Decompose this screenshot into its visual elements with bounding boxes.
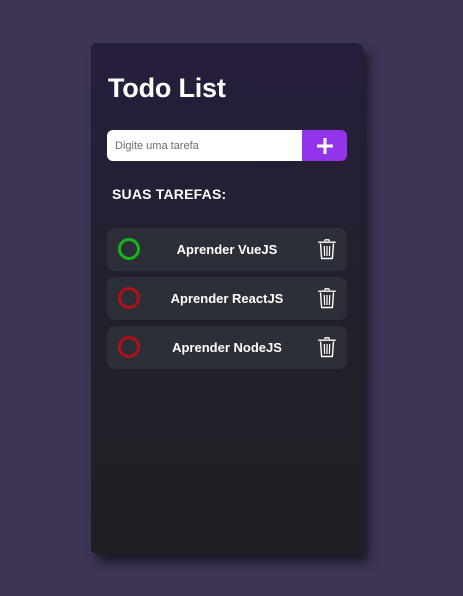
trash-icon[interactable] bbox=[318, 337, 336, 358]
circle-icon[interactable] bbox=[118, 336, 140, 358]
task-list: Aprender VueJS Aprender ReactJS Aprender… bbox=[107, 228, 347, 375]
new-task-form bbox=[107, 130, 347, 161]
task-item: Aprender ReactJS bbox=[107, 277, 347, 320]
task-item: Aprender VueJS bbox=[107, 228, 347, 271]
circle-icon[interactable] bbox=[118, 287, 140, 309]
task-input[interactable] bbox=[107, 130, 302, 161]
circle-icon[interactable] bbox=[118, 238, 140, 260]
task-text: Aprender VueJS bbox=[176, 242, 278, 257]
task-text: Aprender ReactJS bbox=[170, 291, 284, 306]
tasks-heading: SUAS TAREFAS: bbox=[112, 186, 227, 202]
task-text: Aprender NodeJS bbox=[172, 340, 282, 355]
page-title: Todo List bbox=[108, 73, 226, 103]
todo-card: Todo List SUAS TAREFAS: Aprender VueJS bbox=[91, 43, 363, 554]
trash-icon[interactable] bbox=[318, 288, 336, 309]
add-task-button[interactable] bbox=[302, 130, 347, 161]
trash-icon[interactable] bbox=[318, 239, 336, 260]
task-item: Aprender NodeJS bbox=[107, 326, 347, 369]
plus-icon bbox=[316, 137, 333, 154]
